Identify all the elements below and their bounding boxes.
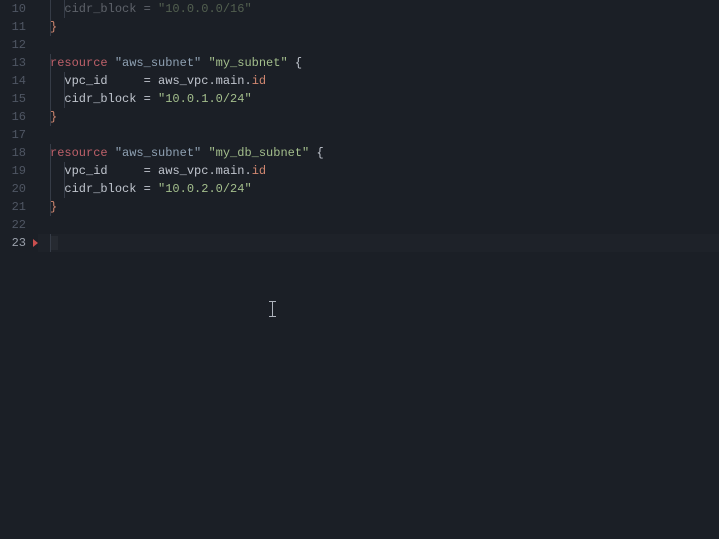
code-content: } — [38, 198, 57, 216]
code-line[interactable]: cidr_block = "10.0.0.0/16" — [38, 0, 719, 18]
gutter-line: 12 — [0, 36, 38, 54]
code-line[interactable]: cidr_block = "10.0.2.0/24" — [38, 180, 719, 198]
line-number: 22 — [12, 216, 26, 234]
line-number: 17 — [12, 126, 26, 144]
line-number: 16 — [12, 108, 26, 126]
gutter-line: 21 — [0, 198, 38, 216]
code-line[interactable]: } — [38, 198, 719, 216]
line-number: 15 — [12, 90, 26, 108]
current-line-highlight — [38, 234, 719, 252]
code-line[interactable] — [38, 126, 719, 144]
line-number: 23 — [12, 234, 26, 252]
code-content: cidr_block = "10.0.0.0/16" — [38, 0, 252, 18]
code-line[interactable] — [38, 36, 719, 54]
gutter-line: 23 — [0, 234, 38, 252]
gutter: 1011121314151617181920212223 — [0, 0, 38, 539]
gutter-line: 22 — [0, 216, 38, 234]
gutter-line: 17 — [0, 126, 38, 144]
code-content: resource "aws_subnet" "my_subnet" { — [38, 54, 302, 72]
code-content: } — [38, 108, 57, 126]
code-content: resource "aws_subnet" "my_db_subnet" { — [38, 144, 324, 162]
gutter-line: 10 — [0, 0, 38, 18]
code-content: vpc_id = aws_vpc.main.id — [38, 162, 266, 180]
gutter-line: 19 — [0, 162, 38, 180]
line-number: 21 — [12, 198, 26, 216]
code-line[interactable] — [38, 216, 719, 234]
line-number: 18 — [12, 144, 26, 162]
line-number: 13 — [12, 54, 26, 72]
code-content: cidr_block = "10.0.1.0/24" — [38, 90, 252, 108]
gutter-line: 11 — [0, 18, 38, 36]
line-number: 10 — [12, 0, 26, 18]
gutter-line: 14 — [0, 72, 38, 90]
code-content: vpc_id = aws_vpc.main.id — [38, 72, 266, 90]
gutter-line: 16 — [0, 108, 38, 126]
gutter-line: 15 — [0, 90, 38, 108]
code-area[interactable]: cidr_block = "10.0.0.0/16"} resource "aws… — [38, 0, 719, 539]
caret — [51, 236, 58, 250]
code-line[interactable]: vpc_id = aws_vpc.main.id — [38, 162, 719, 180]
code-content: cidr_block = "10.0.2.0/24" — [38, 180, 252, 198]
line-number: 19 — [12, 162, 26, 180]
gutter-line: 18 — [0, 144, 38, 162]
gutter-line: 20 — [0, 180, 38, 198]
code-line[interactable]: resource "aws_subnet" "my_subnet" { — [38, 54, 719, 72]
code-line[interactable]: vpc_id = aws_vpc.main.id — [38, 72, 719, 90]
code-line[interactable]: } — [38, 108, 719, 126]
code-line[interactable]: cidr_block = "10.0.1.0/24" — [38, 90, 719, 108]
code-line[interactable]: } — [38, 18, 719, 36]
code-content: } — [38, 18, 57, 36]
code-line[interactable] — [38, 234, 719, 252]
gutter-line: 13 — [0, 54, 38, 72]
line-number: 12 — [12, 36, 26, 54]
line-number: 14 — [12, 72, 26, 90]
code-content — [38, 234, 58, 252]
line-number: 11 — [12, 18, 26, 36]
line-number: 20 — [12, 180, 26, 198]
code-editor[interactable]: 1011121314151617181920212223 cidr_block … — [0, 0, 719, 539]
code-line[interactable]: resource "aws_subnet" "my_db_subnet" { — [38, 144, 719, 162]
